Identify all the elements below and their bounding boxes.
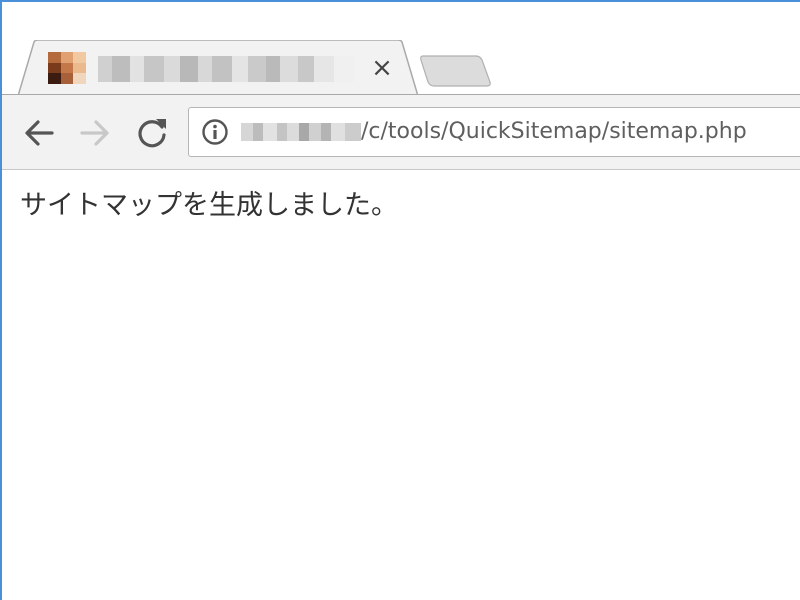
back-button[interactable]: [20, 113, 60, 153]
reload-icon: [138, 120, 166, 148]
forward-button[interactable]: [74, 113, 114, 153]
url-host-pixelated: [241, 123, 361, 141]
new-tab-button[interactable]: [420, 54, 492, 88]
reload-button[interactable]: [132, 113, 172, 153]
page-content: サイトマップを生成しました。: [2, 170, 800, 600]
favicon-icon: [48, 52, 86, 84]
tab-title-pixelated: [98, 56, 354, 82]
active-tab[interactable]: ×: [18, 40, 418, 98]
browser-window: × /c/tools/QuickSitemap/sitemap.php サイトマ…: [0, 0, 800, 600]
address-bar[interactable]: /c/tools/QuickSitemap/sitemap.php: [188, 107, 800, 157]
url-path: /c/tools/QuickSitemap/sitemap.php: [361, 119, 747, 144]
info-icon[interactable]: [201, 118, 229, 146]
close-tab-button[interactable]: ×: [368, 54, 396, 82]
status-message: サイトマップを生成しました。: [20, 190, 398, 221]
back-arrow-icon: [25, 120, 54, 146]
close-icon: ×: [371, 53, 393, 83]
browser-toolbar: /c/tools/QuickSitemap/sitemap.php: [2, 94, 800, 170]
forward-arrow-icon: [80, 120, 109, 146]
tab-strip: ×: [2, 2, 800, 98]
